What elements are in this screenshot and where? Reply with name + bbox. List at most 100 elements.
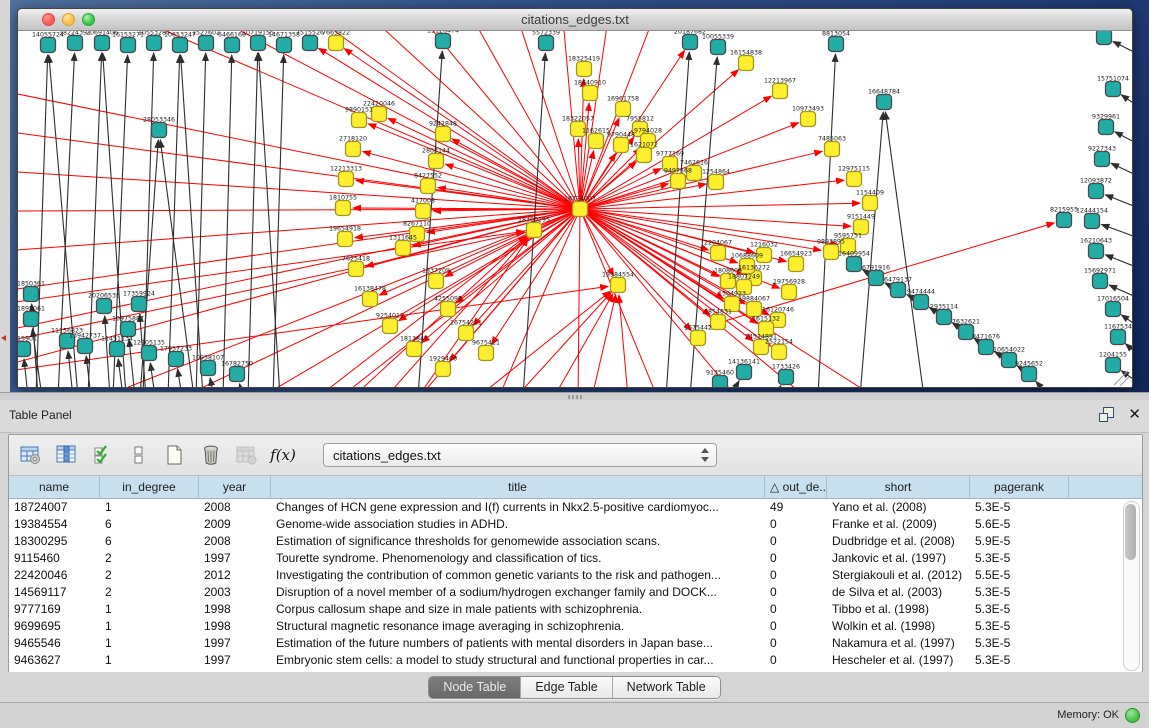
graph-node[interactable] (847, 257, 862, 272)
cell-in_degree[interactable]: 2 (100, 550, 199, 567)
cell-out_degree[interactable]: 49 (765, 499, 827, 516)
cell-pagerank[interactable]: 5.3E-5 (970, 601, 1069, 618)
graph-node[interactable] (407, 342, 422, 357)
graph-node[interactable] (429, 154, 444, 169)
cell-short[interactable]: Yano et al. (2008) (827, 499, 970, 516)
graph-node[interactable] (110, 342, 125, 357)
gutter-collapse-icon[interactable] (1, 335, 6, 341)
cell-short[interactable]: Wolkin et al. (1998) (827, 618, 970, 635)
table-row[interactable]: 977716911998Corpus callosum shape and si… (9, 601, 1142, 618)
cell-in_degree[interactable]: 2 (100, 584, 199, 601)
cell-short[interactable]: Jankovic et al. (1997) (827, 550, 970, 567)
cell-in_degree[interactable]: 1 (100, 635, 199, 652)
cell-title[interactable]: Tourette syndrome. Phenomenology and cla… (271, 550, 765, 567)
select-all-check-icon[interactable] (91, 443, 115, 467)
graph-node[interactable] (95, 36, 110, 51)
graph-node[interactable] (739, 56, 754, 71)
cell-year[interactable]: 1998 (199, 601, 271, 618)
cell-out_degree[interactable]: 0 (765, 635, 827, 652)
network-window-titlebar[interactable]: citations_edges.txt (18, 9, 1132, 31)
graph-node[interactable] (1106, 358, 1121, 373)
cell-year[interactable]: 2009 (199, 516, 271, 533)
graph-node[interactable] (1093, 274, 1108, 289)
function-builder-icon[interactable]: f(x) (271, 443, 295, 467)
graph-node[interactable] (1085, 214, 1100, 229)
graph-node[interactable] (24, 312, 39, 327)
graph-node[interactable] (863, 196, 878, 211)
column-header-short[interactable]: short (827, 476, 970, 498)
cell-short[interactable]: de Silva et al. (2003) (827, 584, 970, 601)
cell-title[interactable]: Corpus callosum shape and size in male p… (271, 601, 765, 618)
cell-year[interactable]: 1997 (199, 635, 271, 652)
table-row[interactable]: 946554611997Estimation of the future num… (9, 635, 1142, 652)
cell-year[interactable]: 1998 (199, 618, 271, 635)
vertical-scrollbar[interactable] (1123, 501, 1140, 671)
graph-node[interactable] (709, 175, 724, 190)
network-window[interactable]: citations_edges.txt 18724007183002951938… (17, 8, 1133, 388)
graph-node[interactable] (737, 365, 752, 380)
cell-name[interactable]: 18724007 (9, 499, 100, 516)
graph-node[interactable] (147, 36, 162, 51)
cell-pagerank[interactable]: 5.3E-5 (970, 652, 1069, 669)
graph-node[interactable] (616, 102, 631, 117)
cell-short[interactable]: Dudbridge et al. (2008) (827, 533, 970, 550)
graph-node[interactable] (173, 38, 188, 53)
table-row[interactable]: 969969511998Structural magnetic resonanc… (9, 618, 1142, 635)
cell-year[interactable]: 1997 (199, 652, 271, 669)
graph-node[interactable] (142, 346, 157, 361)
cell-in_degree[interactable]: 1 (100, 499, 199, 516)
graph-node[interactable] (363, 292, 378, 307)
cell-year[interactable]: 2003 (199, 584, 271, 601)
graph-node[interactable] (671, 174, 686, 189)
graph-node[interactable] (416, 204, 431, 219)
graph-node[interactable] (24, 287, 39, 302)
graph-node[interactable] (97, 299, 112, 314)
graph-node[interactable] (429, 274, 444, 289)
column-header-title[interactable]: title (271, 476, 765, 498)
graph-node[interactable] (829, 37, 844, 52)
table-row[interactable]: 1872400712008Changes of HCN gene express… (9, 499, 1142, 516)
graph-node[interactable] (251, 36, 266, 51)
cell-out_degree[interactable]: 0 (765, 584, 827, 601)
tab-edge-table[interactable]: Edge Table (521, 677, 612, 698)
graph-node[interactable] (78, 339, 93, 354)
graph-node[interactable] (68, 36, 83, 51)
splitter-grip-icon[interactable] (568, 395, 582, 399)
graph-node[interactable] (436, 127, 451, 142)
graph-node[interactable] (782, 285, 797, 300)
table-row[interactable]: 1456911722003Disruption of a novel membe… (9, 584, 1142, 601)
graph-node[interactable] (346, 142, 361, 157)
graph-node[interactable] (847, 172, 862, 187)
network-table-selector[interactable]: citations_edges.txt (323, 443, 717, 467)
graph-node[interactable] (1022, 367, 1037, 382)
cell-out_degree[interactable]: 0 (765, 601, 827, 618)
cell-title[interactable]: Genome-wide association studies in ADHD. (271, 516, 765, 533)
graph-node[interactable] (436, 362, 451, 377)
cell-name[interactable]: 18300295 (9, 533, 100, 550)
graph-node[interactable] (1095, 152, 1110, 167)
cell-pagerank[interactable]: 5.9E-5 (970, 533, 1069, 550)
graph-node[interactable] (573, 202, 588, 217)
cell-pagerank[interactable]: 5.5E-5 (970, 567, 1069, 584)
float-panel-icon[interactable] (1099, 407, 1114, 422)
cell-name[interactable]: 9465546 (9, 635, 100, 652)
cell-name[interactable]: 22420046 (9, 567, 100, 584)
graph-node[interactable] (338, 232, 353, 247)
graph-node[interactable] (713, 376, 728, 388)
table-row[interactable]: 1830029562008Estimation of significance … (9, 533, 1142, 550)
graph-node[interactable] (772, 345, 787, 360)
cell-in_degree[interactable]: 6 (100, 516, 199, 533)
column-header-out_degree[interactable]: △ out_de... (765, 476, 827, 498)
cell-in_degree[interactable]: 1 (100, 652, 199, 669)
cell-pagerank[interactable]: 5.3E-5 (970, 550, 1069, 567)
tab-node-table[interactable]: Node Table (429, 677, 521, 698)
graph-node[interactable] (121, 38, 136, 53)
table-row[interactable]: 946362711997Embryonic stem cells: a mode… (9, 652, 1142, 669)
graph-node[interactable] (711, 40, 726, 55)
cell-short[interactable]: Hescheler et al. (1997) (827, 652, 970, 669)
cell-out_degree[interactable]: 0 (765, 618, 827, 635)
column-header-in_degree[interactable]: in_degree (100, 476, 199, 498)
graph-node[interactable] (789, 257, 804, 272)
cell-pagerank[interactable]: 5.6E-5 (970, 516, 1069, 533)
graph-node[interactable] (583, 86, 598, 101)
